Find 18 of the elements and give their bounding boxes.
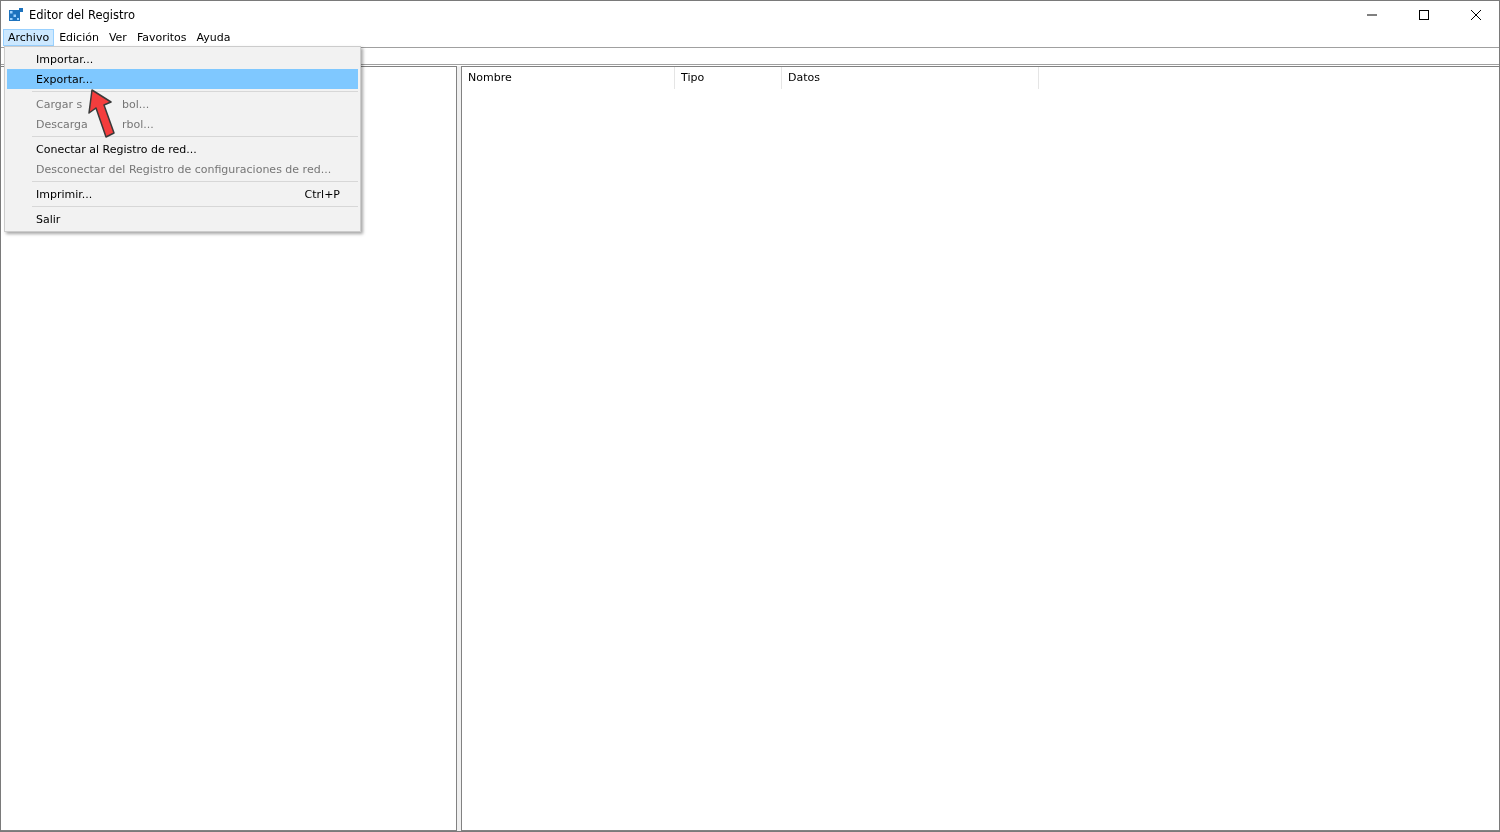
window-title: Editor del Registro xyxy=(29,8,136,22)
pointer-arrow-icon xyxy=(86,89,116,139)
menu-item[interactable]: Archivo xyxy=(3,29,55,46)
menu-item[interactable]: Edición xyxy=(54,29,104,46)
menu-item[interactable]: Ayuda xyxy=(191,29,236,46)
column-header[interactable]: Nombre xyxy=(462,67,675,89)
column-header[interactable]: Tipo xyxy=(675,67,782,89)
menu-item[interactable]: Salir xyxy=(7,209,358,229)
menu-item[interactable]: Ver xyxy=(103,29,132,46)
column-header[interactable]: Datos xyxy=(782,67,1039,89)
menu-item[interactable]: Conectar al Registro de red... xyxy=(7,139,358,159)
close-icon xyxy=(1471,10,1481,20)
menu-item[interactable]: Favoritos xyxy=(131,29,192,46)
menu-item[interactable]: Importar... xyxy=(7,49,358,69)
registry-editor-icon xyxy=(9,8,23,22)
menu-item[interactable]: Exportar... xyxy=(7,69,358,89)
menu-item[interactable]: Imprimir... Ctrl+P xyxy=(7,184,358,204)
maximize-icon xyxy=(1419,10,1429,20)
